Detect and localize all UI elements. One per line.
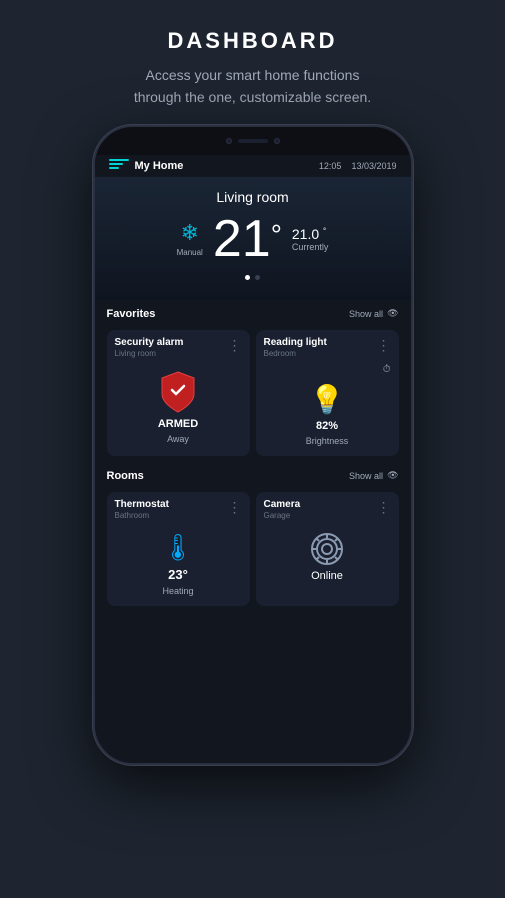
camera-title: Camera <box>264 499 301 510</box>
dot-1[interactable] <box>245 275 250 280</box>
camera-dot <box>226 138 232 144</box>
favorites-show-all[interactable]: Show all 👁 <box>349 308 398 319</box>
security-alarm-subtitle: Living room <box>115 349 184 358</box>
security-alarm-menu[interactable]: ⋮ <box>228 337 242 354</box>
brightness-label: 82% <box>316 420 338 432</box>
status-bar: My Home 12:05 13/03/2019 <box>95 155 411 177</box>
dots-indicator <box>111 275 395 280</box>
temp-current: 21.0 ° <box>292 226 329 242</box>
security-alarm-card[interactable]: Security alarm Living room ⋮ ARMED Away <box>107 330 250 456</box>
temperature-display: 21° <box>213 213 282 265</box>
camera-subtitle: Garage <box>264 511 301 520</box>
away-label: Away <box>167 434 189 444</box>
shield-icon <box>158 370 198 414</box>
camera-menu[interactable]: ⋮ <box>377 499 391 516</box>
reading-light-title: Reading light <box>264 337 327 348</box>
security-alarm-title: Security alarm <box>115 337 184 348</box>
camera-card[interactable]: Camera Garage ⋮ <box>256 492 399 606</box>
manual-button[interactable]: ❄ Manual <box>177 220 203 257</box>
current-temp-unit: ° <box>323 226 326 235</box>
reading-light-body: 💡 82% Brightness <box>256 375 399 456</box>
camera-dot-2 <box>274 138 280 144</box>
manual-label: Manual <box>177 248 203 257</box>
thermometer-icon: 🌡 <box>161 532 194 563</box>
reading-light-card[interactable]: Reading light Bedroom ⋮ ⏱ 💡 82% Brightne… <box>256 330 399 456</box>
weather-content: ❄ Manual 21° 21.0 ° Currently <box>111 213 395 265</box>
rooms-cards-grid: Thermostat Bathroom ⋮ 🌡 23° Heating Came… <box>95 492 411 612</box>
thermostat-card[interactable]: Thermostat Bathroom ⋮ 🌡 23° Heating <box>107 492 250 606</box>
logo-line-3 <box>109 167 119 169</box>
rooms-section: Rooms Show all 👁 <box>95 462 411 492</box>
thermostat-title-group: Thermostat Bathroom <box>115 499 169 520</box>
online-label: Online <box>311 570 343 582</box>
thermo-temp: 23° <box>168 567 188 582</box>
camera-card-header: Camera Garage ⋮ <box>256 492 399 524</box>
page-title: DASHBOARD <box>134 28 371 54</box>
thermostat-title: Thermostat <box>115 499 169 510</box>
thermostat-card-header: Thermostat Bathroom ⋮ <box>107 492 250 524</box>
camera-body: Online <box>256 524 399 592</box>
favorites-title: Favorites <box>107 308 156 320</box>
temp-value: 21 <box>213 210 271 268</box>
camera-icon <box>310 532 344 566</box>
thermostat-body: 🌡 23° Heating <box>107 524 250 606</box>
rooms-header: Rooms Show all 👁 <box>107 470 399 482</box>
bulb-icon: 💡 <box>310 383 345 416</box>
reading-light-card-header: Reading light Bedroom ⋮ <box>256 330 399 362</box>
speaker <box>238 139 268 143</box>
weather-widget: Living room ❄ Manual 21° 21.0 ° Currentl… <box>95 177 411 300</box>
phone-notch <box>213 136 293 146</box>
thermostat-menu[interactable]: ⋮ <box>228 499 242 516</box>
rooms-title: Rooms <box>107 470 144 482</box>
phone-notch-area <box>95 127 411 155</box>
favorites-header: Favorites Show all 👁 <box>107 308 399 320</box>
rooms-show-all-label: Show all <box>349 471 383 481</box>
status-bar-datetime: 12:05 13/03/2019 <box>319 161 397 171</box>
current-temp-value: 21.0 <box>292 226 319 242</box>
reading-light-title-group: Reading light Bedroom <box>264 337 327 358</box>
logo-line-2 <box>109 163 123 165</box>
room-name: Living room <box>111 189 395 205</box>
armed-label: ARMED <box>158 418 198 430</box>
security-alarm-card-header: Security alarm Living room ⋮ <box>107 330 250 362</box>
app-logo <box>109 159 129 173</box>
rooms-show-all[interactable]: Show all 👁 <box>349 470 398 481</box>
camera-title-group: Camera Garage <box>264 499 301 520</box>
eye-icon-rooms: 👁 <box>387 470 398 481</box>
status-date: 13/03/2019 <box>351 161 396 171</box>
thermo-label: Heating <box>162 586 193 596</box>
temp-side: 21.0 ° Currently <box>292 226 329 252</box>
timer-icon: ⏱ <box>383 364 391 375</box>
thermostat-subtitle: Bathroom <box>115 511 169 520</box>
app-name: My Home <box>135 160 184 172</box>
snowflake-icon: ❄ <box>181 220 199 246</box>
status-time: 12:05 <box>319 161 342 171</box>
temp-unit: ° <box>271 221 282 249</box>
security-alarm-body: ARMED Away <box>107 362 250 454</box>
phone-screen[interactable]: My Home 12:05 13/03/2019 Living room ❄ M… <box>95 155 411 763</box>
page-subtitle: Access your smart home functionsthrough … <box>134 64 371 109</box>
eye-icon-favorites: 👁 <box>387 308 398 319</box>
reading-light-menu[interactable]: ⋮ <box>377 337 391 354</box>
favorites-section: Favorites Show all 👁 <box>95 300 411 330</box>
status-bar-left: My Home <box>109 159 184 173</box>
security-alarm-title-group: Security alarm Living room <box>115 337 184 358</box>
phone-frame: My Home 12:05 13/03/2019 Living room ❄ M… <box>93 125 413 765</box>
dot-2[interactable] <box>255 275 260 280</box>
favorites-show-all-label: Show all <box>349 309 383 319</box>
reading-light-subtitle: Bedroom <box>264 349 327 358</box>
page-header: DASHBOARD Access your smart home functio… <box>94 0 411 125</box>
favorites-cards-grid: Security alarm Living room ⋮ ARMED Away <box>95 330 411 462</box>
brightness-sub: Brightness <box>306 436 349 446</box>
logo-line-1 <box>109 159 129 161</box>
temp-label: Currently <box>292 242 329 252</box>
